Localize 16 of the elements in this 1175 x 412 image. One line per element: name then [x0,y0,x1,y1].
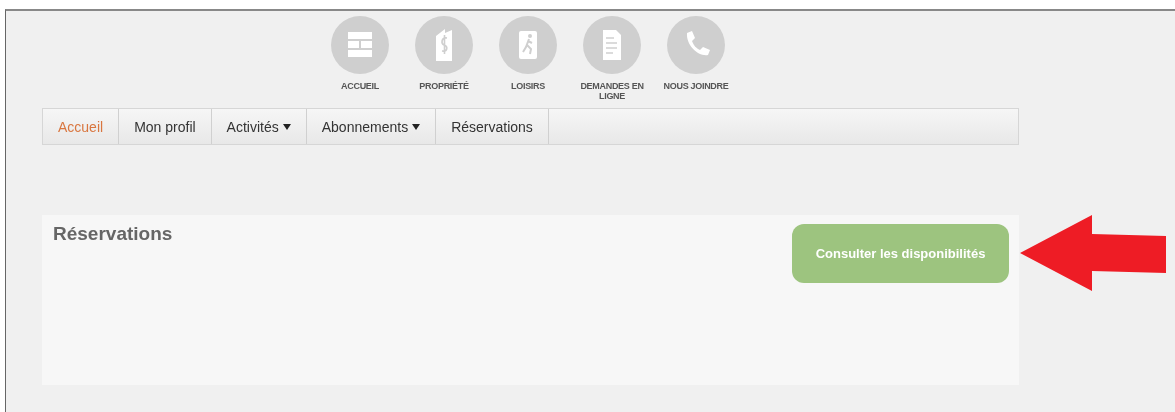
menu-label[interactable]: LOISIRS [491,81,565,91]
nav-tab[interactable]: Mon profil [119,109,212,144]
nav-tab[interactable]: Abonnements [306,109,437,144]
wall-icon[interactable] [331,16,389,74]
player-icon[interactable] [499,16,557,74]
menu-label[interactable]: NOUS JOINDRE [659,81,733,91]
menu-label[interactable]: DEMANDES EN LIGNE [575,81,649,101]
menu-label[interactable]: PROPRIÉTÉ [407,81,481,91]
menu-label[interactable]: ACCUEIL [323,81,397,91]
nav-tab[interactable]: Réservations [436,109,549,144]
document-icon[interactable] [583,16,641,74]
price-tag-icon[interactable] [415,16,473,74]
section-title: Réservations [53,223,174,245]
phone-icon[interactable] [667,16,725,74]
nav-tab[interactable]: Activités [211,109,307,144]
arrow-icon [1020,215,1166,291]
